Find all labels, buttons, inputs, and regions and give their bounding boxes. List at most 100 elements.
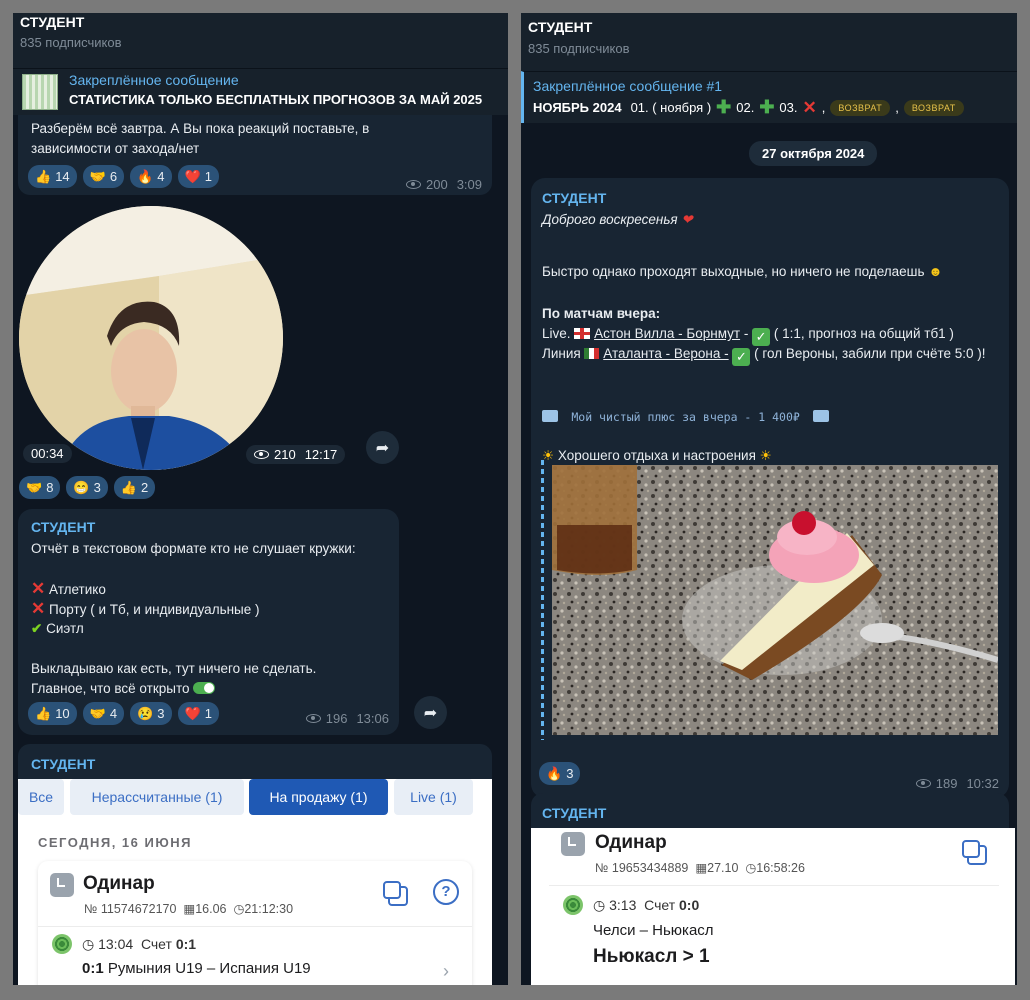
report-intro: Отчёт в текстовом формате кто не слушает… [31, 541, 356, 556]
match-link[interactable]: Астон Вилла - Борнмут [594, 326, 740, 341]
clock-icon: ◷ [593, 897, 606, 913]
calendar-icon: ▦ [183, 902, 196, 916]
views-count: 196 [325, 711, 348, 726]
bet-meta: № 19653434889 ▦27.10 ◷16:58:26 [595, 861, 805, 875]
reaction-handshake[interactable]: 🤝 4 [82, 702, 125, 725]
reaction-sad[interactable]: 😢 3 [130, 702, 172, 725]
message-text: Разберём всё завтра. А Вы пока реакций п… [31, 121, 370, 156]
post-line: Быстро однако проходят выходные, но ниче… [542, 264, 943, 279]
sender-name: СТУДЕНТ [542, 190, 607, 206]
video-meta: 210 12:17 [246, 445, 346, 464]
post-heading: По матчам вчера: [542, 306, 661, 321]
sender-name: СТУДЕНТ [31, 519, 96, 535]
heart-icon: ❤ [681, 212, 693, 227]
copy-icon[interactable] [383, 881, 408, 906]
refund-tag: ВОЗВРАТ [830, 99, 891, 116]
views-count: 210 [274, 447, 296, 462]
left-chat-panel: СТУДЕНТ 835 подписчиков Закреплённое соо… [13, 13, 508, 985]
live-result: Live. Астон Вилла - Борнмут - ✓ ( 1:1, п… [542, 326, 954, 346]
video-duration: 00:34 [23, 444, 72, 463]
views-icon [254, 450, 269, 459]
report-item: ✔ Сиэтл [31, 621, 84, 636]
tab-unsettled[interactable]: Нерассчитанные (1) [70, 779, 244, 815]
message-bubble[interactable]: СТУДЕНТ Все Нерассчитанные (1) На продаж… [18, 744, 492, 985]
sender-name: СТУДЕНТ [542, 805, 607, 821]
sun-icon: ☀ [759, 448, 772, 463]
message-bubble[interactable]: СТУДЕНТ Отчёт в текстовом формате кто не… [18, 509, 399, 735]
forward-icon[interactable]: ➦ [414, 696, 447, 729]
checkmark-icon: ✓ [732, 348, 751, 366]
pinned-title: Закреплённое сообщение #1 [533, 78, 723, 94]
date-separator: 27 октября 2024 [749, 141, 878, 166]
reaction-handshake[interactable]: 🤝 6 [82, 165, 125, 188]
message-bubble[interactable]: Разберём всё завтра. А Вы пока реакций п… [18, 115, 492, 195]
reaction-thumbs-up[interactable]: 👍 14 [28, 165, 77, 188]
reaction-thumbs-up[interactable]: 👍 10 [28, 702, 77, 725]
pinned-text: СТАТИСТИКА ТОЛЬКО БЕСПЛАТНЫХ ПРОГНОЗОВ З… [69, 92, 483, 107]
copy-icon[interactable] [962, 840, 987, 865]
pinned-thumbnail [22, 74, 58, 110]
views-count: 200 [425, 177, 448, 192]
pinned-text-row: НОЯБРЬ 2024 01. ( ноября ) ✚ 02. ✚ 03. ✕… [533, 97, 964, 118]
channel-header[interactable]: СТУДЕНТ 835 подписчиков [521, 13, 1017, 71]
help-icon[interactable]: ? [433, 879, 459, 905]
tab-all[interactable]: Все [18, 779, 64, 815]
round-video[interactable] [19, 206, 283, 470]
football-icon [563, 895, 583, 915]
match-status: ◷ 13:04 Счет 0:1 [82, 936, 197, 952]
plus-icon: ✚ [716, 97, 732, 117]
chevron-right-icon[interactable]: › [443, 961, 449, 982]
message-time: 10:32 [966, 776, 999, 791]
clock-icon: ◷ [82, 936, 95, 952]
plus-icon: ✚ [759, 97, 775, 117]
tab-live[interactable]: Live (1) [394, 779, 473, 815]
bet-card[interactable]: Одинар № 11574672170 ▦16.06 ◷21:12:30 ? … [38, 861, 472, 985]
pinned-title: Закреплённое сообщение [69, 72, 239, 88]
views-count: 189 [935, 776, 958, 791]
reactions-row: 👍 10 🤝 4 😢 3 ❤️ 1 [28, 702, 219, 725]
football-icon [52, 934, 72, 954]
message-meta: 200 3:09 [405, 177, 482, 192]
reaction-thumbs-up[interactable]: 👍 2 [113, 476, 156, 499]
match-link[interactable]: Аталанта - Верона - [603, 346, 728, 361]
calendar-icon: ▦ [695, 861, 708, 875]
bet-type: Одинар [83, 873, 155, 894]
reaction-fire[interactable]: 🔥 3 [539, 762, 581, 785]
post-closing: ☀ Хорошего отдыха и настроения ☀ [542, 448, 772, 463]
quote-bar [541, 460, 544, 740]
sender-name: СТУДЕНТ [31, 756, 96, 772]
day-label: СЕГОДНЯ, 16 ИЮНЯ [38, 835, 192, 850]
views-icon [405, 180, 421, 189]
greeting: Доброго воскресенья ❤ [542, 212, 693, 227]
bet-type: Одинар [595, 832, 667, 853]
pinned-message-bar[interactable]: Закреплённое сообщение СТАТИСТИКА ТОЛЬКО… [13, 68, 508, 115]
reaction-grin[interactable]: 😁 3 [66, 476, 108, 499]
channel-title: СТУДЕНТ [528, 19, 593, 35]
reaction-handshake[interactable]: 🤝 8 [19, 476, 61, 499]
views-icon [915, 779, 931, 788]
reactions-row: 🤝 8 😁 3 👍 2 [19, 476, 156, 499]
pinned-message-bar[interactable]: Закреплённое сообщение #1 НОЯБРЬ 2024 01… [521, 71, 1017, 123]
reaction-heart[interactable]: ❤️ 1 [177, 165, 219, 188]
line-result: Линия Аталанта - Верона - ✓ ( гол Вероны… [542, 346, 986, 366]
reaction-fire[interactable]: 🔥 4 [130, 165, 172, 188]
message-bubble[interactable]: СТУДЕНТ Одинар № 19653434889 ▦27.10 ◷16:… [531, 793, 1015, 985]
tab-for-sale[interactable]: На продажу (1) [249, 779, 388, 815]
cross-icon: ✕ [31, 599, 46, 618]
cake-photo[interactable] [552, 465, 998, 735]
bet-card[interactable]: Одинар № 19653434889 ▦27.10 ◷16:58:26 ◷ … [549, 828, 999, 985]
italy-flag-icon [584, 348, 600, 359]
toggle-icon [193, 682, 216, 694]
profit-line: Мой чистый плюс за вчера - 1 400₽ [542, 408, 830, 426]
report-item: ✕ Атлетико [31, 579, 106, 598]
match-name: 0:1 Румыния U19 – Испания U19 [82, 960, 311, 977]
message-time: 3:09 [456, 177, 482, 192]
england-flag-icon [574, 328, 591, 339]
message-time: 12:17 [304, 447, 338, 462]
views-icon [305, 714, 321, 723]
clock-icon: ◷ [233, 902, 245, 916]
channel-header[interactable]: СТУДЕНТ 835 подписчиков [13, 13, 508, 68]
forward-icon[interactable]: ➦ [366, 431, 399, 464]
reaction-heart[interactable]: ❤️ 1 [177, 702, 219, 725]
checkmark-icon: ✔ [31, 621, 43, 636]
